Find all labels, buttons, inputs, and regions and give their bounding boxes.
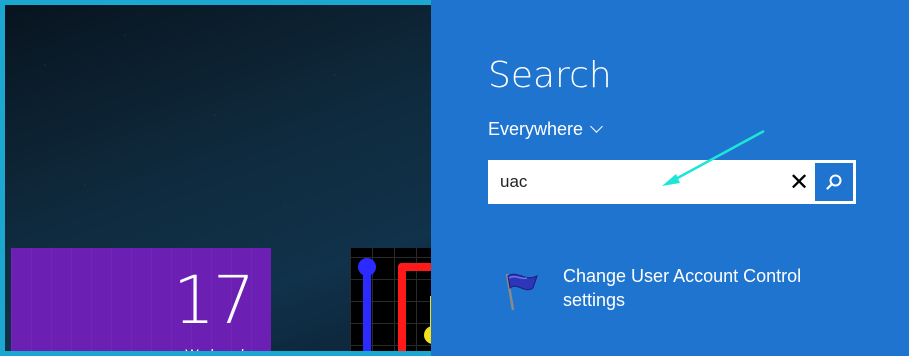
calendar-weekday: Wednesday <box>185 346 259 356</box>
search-pane: Search Everywhere ✕ Change User Account … <box>431 0 909 356</box>
start-screen-background: 17 Wednesday <box>5 5 448 356</box>
search-scope-dropdown[interactable]: Everywhere <box>488 119 603 140</box>
search-pane-title: Search <box>488 55 612 96</box>
flow-blue-dot <box>358 258 376 276</box>
game-tile[interactable] <box>350 248 448 351</box>
search-scope-label: Everywhere <box>488 119 584 139</box>
search-input[interactable] <box>488 160 786 204</box>
flow-blue-pipe <box>363 268 371 351</box>
search-button[interactable] <box>815 163 853 201</box>
calendar-tile[interactable]: 17 Wednesday <box>11 248 271 356</box>
chevron-down-icon <box>590 120 603 133</box>
uac-flag-icon <box>493 262 549 318</box>
search-icon <box>826 174 842 190</box>
search-box: ✕ <box>488 160 856 204</box>
search-result-label: Change User Account Control settings <box>563 266 802 310</box>
calendar-day: 17 <box>173 262 255 339</box>
search-result-item[interactable]: Change User Account Control settings <box>493 262 893 318</box>
close-icon[interactable]: ✕ <box>786 160 812 204</box>
